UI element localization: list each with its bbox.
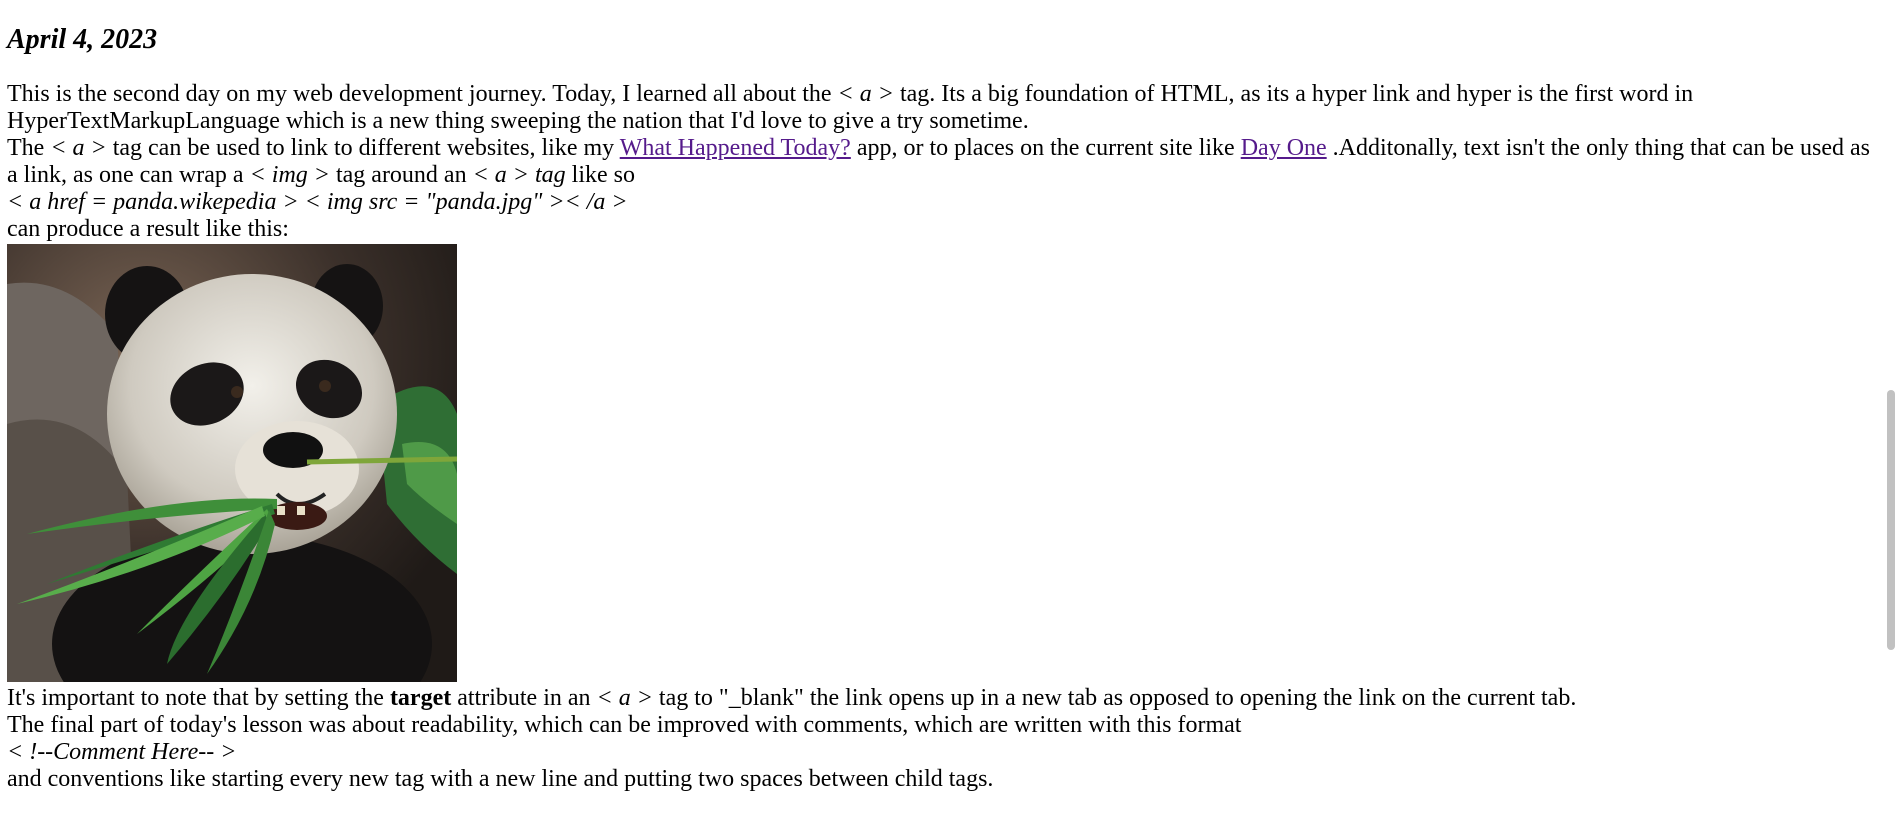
paragraph-intro: This is the second day on my web develop…: [7, 81, 1882, 135]
links-text-line2-cont: tag around an: [329, 162, 473, 188]
a-tag-code: < a >: [50, 135, 107, 161]
links-text-cont3: .Additonally, text isn't the only thing …: [1326, 135, 1871, 161]
intro-text-line2: HyperTextMarkupLanguage which is a new t…: [7, 108, 1029, 134]
scrollbar-thumb[interactable]: [1887, 390, 1895, 650]
panda-image: [7, 244, 457, 682]
links-text-cont: tag can be used to link to different web…: [106, 135, 620, 161]
links-text-line2: a link, as one can wrap a: [7, 162, 250, 188]
a-tag-code: < a >: [837, 81, 894, 107]
a-tag-code: < a > tag: [472, 162, 566, 188]
links-text-line2-end: like so: [565, 162, 635, 188]
links-text: The: [7, 135, 51, 161]
page-scrollbar[interactable]: [1885, 0, 1897, 823]
target-text-cont: attribute in an: [451, 685, 597, 711]
blog-post: April 4, 2023 This is the second day on …: [7, 0, 1882, 793]
panda-photo-icon: [7, 244, 457, 682]
comment-example: < !--Comment Here-- >: [7, 739, 237, 765]
intro-text: This is the second day on my web develop…: [7, 81, 838, 107]
img-tag-code: < img >: [249, 162, 330, 188]
target-keyword: target: [389, 685, 452, 711]
day-one-link[interactable]: Day One: [1241, 135, 1327, 161]
paragraph-links: The < a > tag can be used to link to dif…: [7, 135, 1882, 189]
target-text-end: tag to "_blank" the link opens up in a n…: [652, 685, 1577, 711]
what-happened-today-link[interactable]: What Happened Today?: [620, 135, 851, 161]
post-date: April 4, 2023: [7, 24, 158, 55]
intro-text-cont: tag. Its a big foundation of HTML, as it…: [893, 81, 1694, 107]
a-tag-code: < a >: [596, 685, 653, 711]
links-text-cont2: app, or to places on the current site li…: [850, 135, 1241, 161]
result-text: can produce a result like this:: [7, 216, 289, 242]
readability-text: The final part of today's lesson was abo…: [7, 712, 1242, 738]
conventions-text: and conventions like starting every new …: [7, 766, 994, 792]
target-text: It's important to note that by setting t…: [7, 685, 390, 711]
code-example: < a href = panda.wikepedia > < img src =…: [7, 189, 628, 215]
paragraph-target: It's important to note that by setting t…: [7, 685, 1882, 712]
